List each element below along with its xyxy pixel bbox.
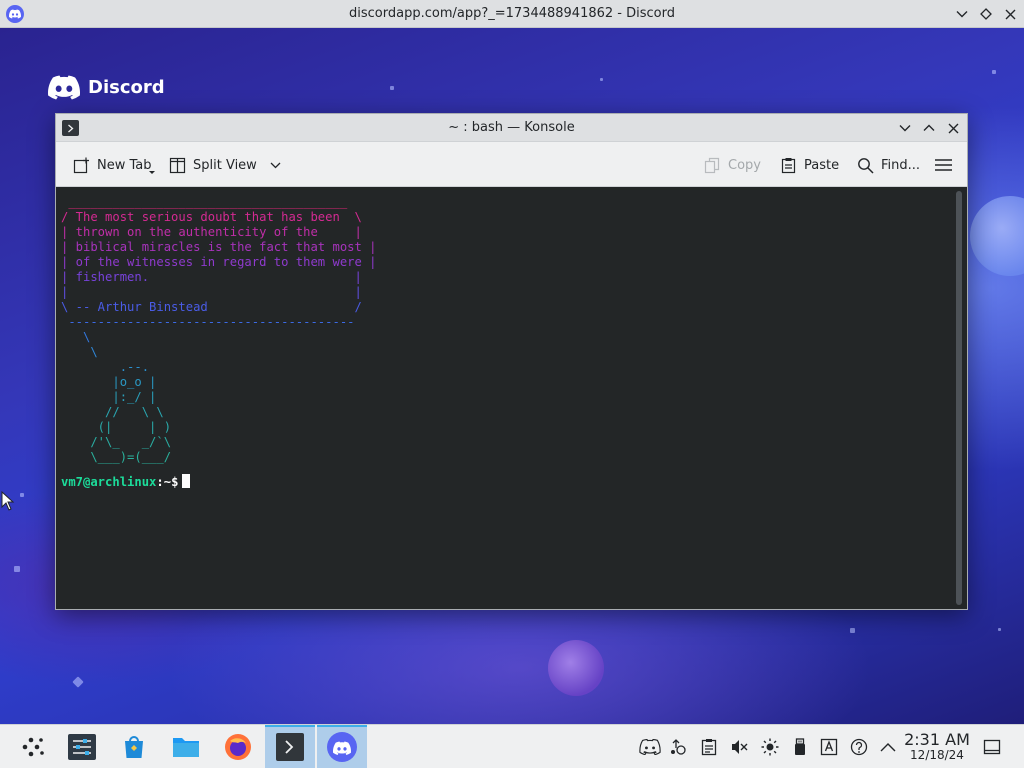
folder-icon	[173, 738, 199, 757]
search-icon	[858, 157, 874, 174]
terminal-output-line: ______________________________________	[61, 195, 348, 209]
taskbar-system-settings[interactable]	[57, 725, 107, 768]
sparkle-decoration	[72, 676, 84, 688]
shell-prompt: vm7@archlinux:~$	[61, 474, 191, 489]
tray-brightness-icon[interactable]	[761, 738, 779, 756]
copy-button[interactable]: Copy	[704, 154, 761, 176]
discord-window-titlebar[interactable]: discordapp.com/app?_=1734488941862 - Dis…	[0, 0, 1024, 28]
discord-logo-icon	[48, 75, 80, 100]
terminal-output-line: | biblical miracles is the fact that mos…	[61, 240, 377, 254]
terminal-output-line: /'\_ _/`\	[61, 435, 172, 449]
terminal-output-line: .--.	[61, 360, 150, 374]
taskbar-konsole[interactable]	[265, 725, 315, 768]
tray-updates-icon[interactable]	[669, 738, 687, 756]
star-decoration	[390, 86, 394, 90]
prompt-path: :~$	[156, 475, 179, 489]
terminal-view[interactable]: ______________________________________ / …	[56, 187, 967, 609]
terminal-output-line: \	[61, 330, 91, 344]
terminal-output-line: | fishermen. |	[61, 270, 362, 284]
copy-icon	[704, 157, 720, 173]
discord-logo: Discord	[48, 75, 165, 100]
konsole-minimize-button[interactable]	[896, 119, 914, 137]
split-view-button[interactable]: Split View	[169, 154, 281, 176]
terminal-output-line: |o_o |	[61, 375, 157, 389]
tray-input-method-icon[interactable]	[820, 738, 838, 756]
terminal-output-line: | |	[61, 285, 362, 299]
find-label: Find...	[881, 157, 921, 173]
new-tab-button[interactable]: New Tab	[73, 154, 155, 176]
prompt-user-host: vm7@archlinux	[61, 475, 157, 489]
tray-clipboard-icon[interactable]	[700, 738, 718, 756]
star-decoration	[850, 628, 855, 633]
konsole-window[interactable]: ~ : bash — Konsole New Tab Split View Co…	[55, 113, 968, 610]
konsole-toolbar: New Tab Split View Copy Paste Find...	[56, 142, 967, 187]
paste-label: Paste	[804, 157, 840, 173]
konsole-close-button[interactable]	[944, 119, 962, 137]
terminal-icon	[276, 733, 304, 761]
taskbar: 2:31 AM 12/18/24	[0, 724, 1024, 768]
taskbar-dolphin[interactable]	[161, 725, 211, 768]
konsole-maximize-button[interactable]	[920, 119, 938, 137]
star-decoration	[600, 78, 603, 81]
clock-time: 2:31 AM	[904, 730, 970, 749]
discord-icon	[327, 732, 357, 762]
taskbar-discover[interactable]	[109, 725, 159, 768]
terminal-output-line: | thrown on the authenticity of the |	[61, 225, 362, 239]
star-decoration	[992, 70, 996, 74]
tray-volume-muted-icon[interactable]	[730, 738, 748, 756]
close-button[interactable]	[1001, 5, 1019, 23]
paste-button[interactable]: Paste	[780, 154, 839, 176]
hamburger-menu-button[interactable]	[935, 154, 952, 176]
mouse-pointer-icon	[1, 491, 15, 511]
terminal-output-line: // \ \	[61, 405, 164, 419]
firefox-icon	[225, 734, 251, 760]
store-icon	[125, 736, 143, 758]
terminal-output-line: \	[61, 345, 98, 359]
paste-icon	[781, 157, 796, 173]
planet-decoration	[970, 196, 1024, 276]
minimize-button[interactable]	[953, 5, 971, 23]
find-button[interactable]: Find...	[857, 154, 920, 176]
discord-wordmark: Discord	[88, 77, 165, 98]
new-tab-icon	[73, 157, 89, 173]
terminal-output-line: / The most serious doubt that has been \	[61, 210, 362, 224]
new-tab-label: New Tab	[97, 157, 152, 173]
show-desktop-button[interactable]	[983, 738, 1001, 756]
window-title: discordapp.com/app?_=1734488941862 - Dis…	[349, 6, 675, 21]
konsole-title: ~ : bash — Konsole	[448, 120, 575, 135]
application-launcher-button[interactable]	[8, 725, 58, 768]
chevron-down-icon	[270, 162, 281, 168]
taskbar-discord[interactable]	[317, 725, 367, 768]
text-cursor	[182, 474, 191, 488]
planet-decoration	[548, 640, 604, 696]
tray-usb-device-icon[interactable]	[791, 738, 809, 756]
terminal-output-line: | of the witnesses in regard to them wer…	[61, 255, 377, 269]
clock-date: 12/18/24	[910, 748, 964, 762]
star-decoration	[14, 566, 20, 572]
copy-label: Copy	[728, 157, 761, 173]
terminal-output-line: \___)=(___/	[61, 450, 172, 464]
kde-launcher-icon	[22, 737, 44, 757]
split-view-label: Split View	[193, 157, 257, 173]
maximize-button[interactable]	[977, 5, 995, 23]
settings-icon	[68, 734, 96, 760]
star-decoration	[20, 493, 24, 497]
terminal-output-line: ---------------------------------------	[61, 315, 355, 329]
hamburger-menu-icon	[935, 159, 952, 171]
tray-discord-icon[interactable]	[639, 738, 661, 756]
digital-clock[interactable]: 2:31 AM 12/18/24	[904, 731, 970, 762]
tray-network-icon[interactable]	[850, 738, 868, 756]
terminal-scrollbar[interactable]	[956, 191, 962, 605]
terminal-output-line: (| | )	[61, 420, 172, 434]
taskbar-firefox[interactable]	[213, 725, 263, 768]
split-view-icon	[169, 157, 186, 173]
tray-expand-icon[interactable]	[879, 738, 897, 756]
dropdown-arrow-icon	[149, 171, 155, 174]
terminal-output-line: |:_/ |	[61, 390, 157, 404]
terminal-output-line: \ -- Arthur Binstead /	[61, 300, 362, 314]
konsole-titlebar[interactable]: ~ : bash — Konsole	[56, 114, 967, 142]
star-decoration	[998, 628, 1001, 631]
